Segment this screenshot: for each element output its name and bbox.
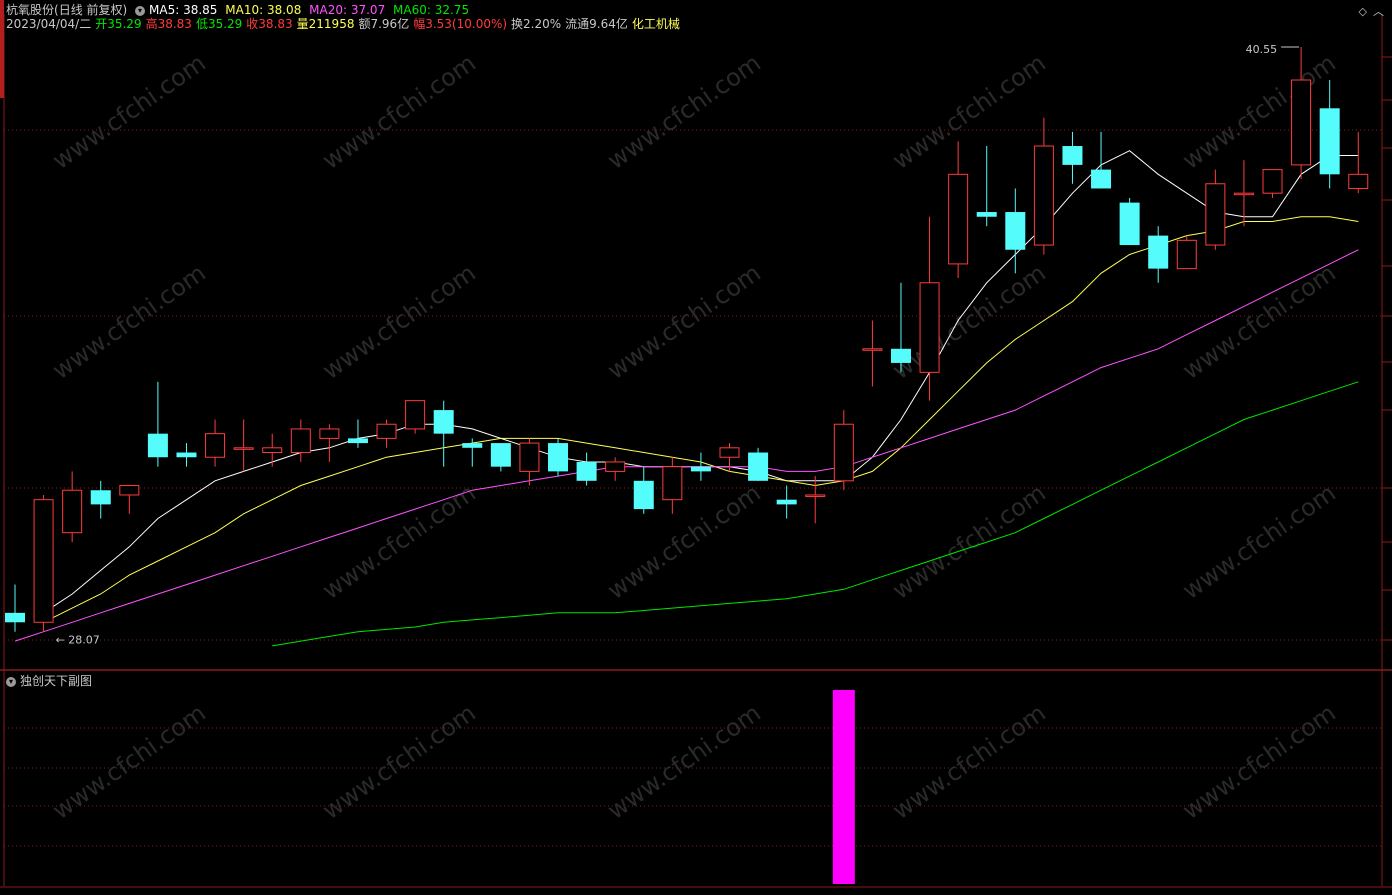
high-price-label: 40.55 [1246, 43, 1278, 56]
ma10-label: MA10: 38.08 [225, 3, 302, 17]
candle-body [519, 442, 540, 472]
candle-body [948, 173, 969, 265]
candle-body [405, 400, 426, 430]
watermark-text: www.cfchi.com [47, 259, 210, 385]
candle-body [319, 428, 340, 439]
watermark-text: www.cfchi.com [887, 49, 1050, 175]
candle-body [919, 282, 940, 373]
candle-body [805, 494, 826, 497]
watermark-text: www.cfchi.com [887, 259, 1050, 385]
candle-body [1119, 202, 1140, 246]
watermark-text: www.cfchi.com [602, 479, 765, 605]
candle-body [33, 499, 54, 623]
candle-body [376, 423, 397, 439]
corner-controls: ◇ ︿ [1353, 3, 1384, 19]
candle-body [205, 433, 226, 458]
candle-body [719, 447, 740, 458]
low-price-label: ← 28.07 [56, 634, 100, 647]
candle-body [1348, 173, 1369, 189]
candle-body [833, 423, 854, 482]
candle-body [748, 452, 769, 481]
ma-settings-icon[interactable]: ▾ [135, 5, 146, 16]
low-label: 低35.29 [195, 17, 243, 31]
open-label: 开35.29 [95, 17, 142, 31]
candle-body [548, 443, 569, 472]
watermark-text: www.cfchi.com [317, 479, 480, 605]
subchart-title-text: 独创天下副图 [20, 674, 93, 688]
candle-body [1205, 183, 1226, 246]
candle-body [1148, 235, 1169, 269]
candle-body [62, 489, 83, 534]
volume-label: 量211958 [296, 17, 355, 31]
candle-body [1091, 169, 1112, 189]
candle-body [290, 428, 311, 454]
candle-body [490, 443, 511, 467]
candle-body [776, 499, 797, 505]
candle-body [890, 348, 911, 363]
candle-body [90, 490, 111, 505]
candle-body [576, 461, 597, 481]
candle-body [1262, 169, 1283, 194]
header-row-2: 2023/04/04/二 开35.29 高38.83 低35.29 收38.83 量211… [6, 17, 684, 31]
amount-label: 额7.96亿 [358, 17, 410, 31]
chevron-up-icon[interactable]: ︿ [1373, 5, 1384, 18]
left-marker [0, 0, 4, 98]
watermark-text: www.cfchi.com [47, 699, 210, 825]
ma20-label: MA20: 37.07 [309, 3, 386, 17]
watermark-text: www.cfchi.com [317, 259, 480, 385]
watermark-text: www.cfchi.com [317, 49, 480, 175]
signal-bar [832, 690, 855, 884]
change-label: 幅3.53(10.00%) [413, 17, 508, 31]
candle-body [462, 443, 483, 448]
subchart-settings-icon[interactable]: ▾ [6, 676, 16, 687]
candle-body [176, 452, 197, 458]
header-row-1: 杭氧股份(日线 前复权) ▾ MA5: 38.85 MA10: 38.08 MA2… [6, 3, 473, 17]
ma-line-ma10 [43, 216, 1359, 623]
diamond-icon[interactable]: ◇ [1359, 5, 1367, 18]
stock-name: 杭氧股份 [6, 3, 55, 17]
candle-body [1005, 212, 1026, 250]
watermark-text: www.cfchi.com [1177, 259, 1340, 385]
industry-label[interactable]: 化工机械 [632, 17, 680, 31]
watermark-text: www.cfchi.com [602, 49, 765, 175]
candle-body [690, 466, 711, 472]
ma60-label: MA60: 32.75 [393, 3, 470, 17]
candle-body [662, 466, 683, 501]
candle-body [1176, 239, 1197, 270]
candle-body [1233, 192, 1254, 196]
watermark-text: www.cfchi.com [887, 479, 1050, 605]
ma5-label: MA5: 38.85 [149, 3, 218, 17]
stock-chart[interactable]: www.cfchi.com www.cfchi.com www.cfchi.com w… [0, 0, 1392, 895]
candle-body [1291, 79, 1312, 166]
close-label: 收38.83 [246, 17, 293, 31]
candle-body [633, 480, 654, 510]
candle-body [5, 612, 25, 623]
candle-body [147, 433, 168, 458]
candle-body [347, 438, 368, 444]
candle-body [233, 447, 254, 450]
candle-body [976, 212, 997, 217]
candle-body [1033, 145, 1054, 246]
candle-body [862, 348, 883, 351]
candle-body [1319, 108, 1340, 175]
date-label: 2023/04/04/二 [6, 17, 92, 31]
candle-body [262, 447, 283, 454]
candle-body [1062, 146, 1083, 165]
float-cap-label: 流通9.64亿 [565, 17, 628, 31]
turnover-label: 换2.20% [511, 17, 562, 31]
watermark-text: www.cfchi.com [47, 49, 210, 175]
candle-body [605, 461, 626, 472]
subchart-title: ▾ 独创天下副图 [6, 672, 92, 689]
period-label: (日线 前复权) [54, 3, 128, 17]
candle-body [119, 485, 140, 496]
watermark-text: www.cfchi.com [887, 699, 1050, 825]
watermark-text: www.cfchi.com [602, 259, 765, 385]
candle-body [433, 410, 454, 434]
watermark-text: www.cfchi.com [1177, 49, 1340, 175]
high-label: 高38.83 [145, 17, 192, 31]
watermark-text: www.cfchi.com [1177, 479, 1340, 605]
